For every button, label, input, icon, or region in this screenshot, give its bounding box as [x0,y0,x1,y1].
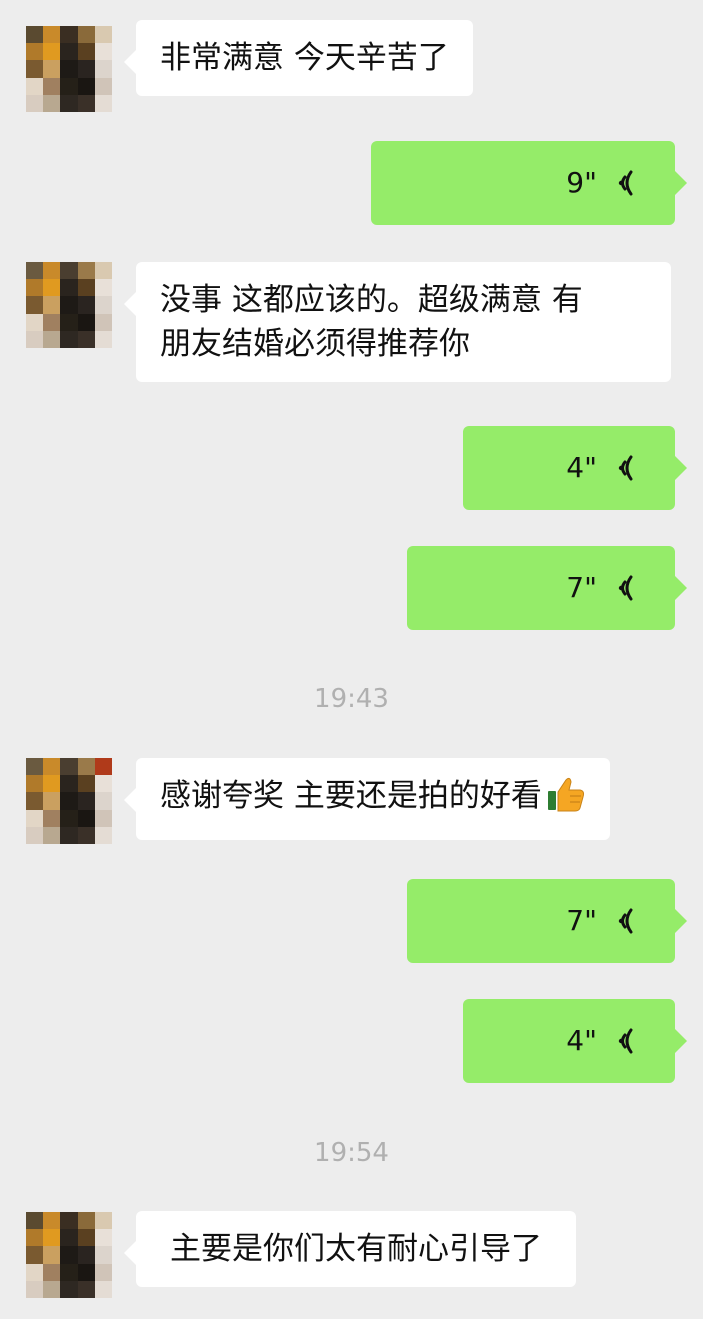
avatar[interactable] [26,758,112,844]
message-bubble[interactable]: 非常满意 今天辛苦了 [124,20,473,96]
message-bubble[interactable]: 没事 这都应该的。超级满意 有 朋友结婚必须得推荐你 [124,262,671,382]
voice-duration: 4" [566,1024,597,1057]
voice-duration: 9" [566,166,597,199]
voice-message-bubble[interactable]: 4" [463,999,687,1083]
voice-duration: 4" [566,451,597,484]
voice-message-bubble[interactable]: 9" [371,141,687,225]
voice-wave-icon [618,455,633,481]
voice-wave-icon [618,908,633,934]
thumbs-up-icon [546,776,586,824]
voice-duration: 7" [566,904,597,937]
voice-message-bubble[interactable]: 4" [463,426,687,510]
timestamp: 19:54 [314,1138,389,1168]
voice-wave-icon [618,575,633,601]
message-text: 主要是你们太有耐心引导了 [170,1231,542,1267]
timestamp: 19:43 [314,684,389,714]
voice-wave-icon [618,170,633,196]
voice-message-bubble[interactable]: 7" [407,546,687,630]
avatar[interactable] [26,26,112,112]
voice-message-bubble[interactable]: 7" [407,879,687,963]
message-bubble[interactable]: 感谢夸奖 主要还是拍的好看 [124,758,610,840]
message-text: 感谢夸奖 主要还是拍的好看 [160,778,542,814]
voice-wave-icon [618,1028,633,1054]
avatar[interactable] [26,262,112,348]
message-text: 非常满意 今天辛苦了 [160,40,449,76]
voice-duration: 7" [566,571,597,604]
avatar[interactable] [26,1212,112,1298]
message-bubble[interactable]: 主要是你们太有耐心引导了 [124,1211,576,1287]
message-text-line: 没事 这都应该的。超级满意 有 [160,282,583,318]
message-text-line: 朋友结婚必须得推荐你 [160,326,470,362]
